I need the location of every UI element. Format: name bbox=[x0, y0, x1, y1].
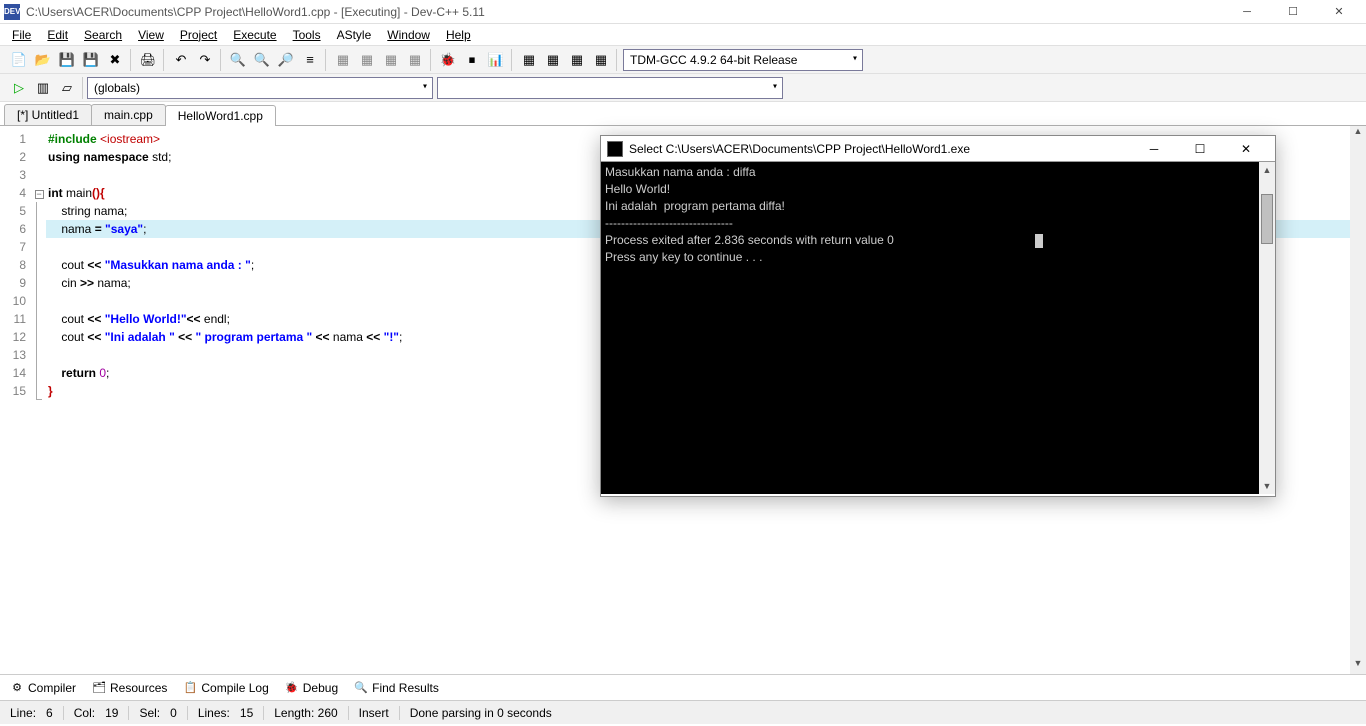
run-icon[interactable]: ▦ bbox=[356, 49, 378, 71]
replace-icon[interactable]: 🔍 bbox=[251, 49, 273, 71]
console-scroll-thumb[interactable] bbox=[1261, 194, 1273, 244]
fold-gutter: − bbox=[32, 126, 46, 674]
menu-edit[interactable]: Edit bbox=[39, 26, 76, 44]
editor-scrollbar[interactable]: ▲ ▼ bbox=[1350, 126, 1366, 674]
find-icon[interactable]: 🔍 bbox=[227, 49, 249, 71]
status-col: Col: 19 bbox=[64, 706, 130, 720]
new-file-icon[interactable]: 📄 bbox=[8, 49, 30, 71]
console-title-text: Select C:\Users\ACER\Documents\CPP Proje… bbox=[629, 142, 1131, 156]
compile-icon[interactable]: ▦ bbox=[332, 49, 354, 71]
tab-untitled1[interactable]: [*] Untitled1 bbox=[4, 104, 92, 125]
menu-execute[interactable]: Execute bbox=[225, 26, 284, 44]
status-lines: Lines: 15 bbox=[188, 706, 264, 720]
status-sel: Sel: 0 bbox=[129, 706, 187, 720]
console-maximize-button[interactable]: ☐ bbox=[1177, 142, 1223, 156]
fold-toggle-icon[interactable]: − bbox=[35, 190, 44, 199]
goto-bookmark-icon[interactable]: ▦ bbox=[590, 49, 612, 71]
status-parse: Done parsing in 0 seconds bbox=[400, 706, 1366, 720]
tab-find-results[interactable]: 🔍Find Results bbox=[348, 679, 445, 697]
bookmark-icon[interactable]: ▦ bbox=[566, 49, 588, 71]
cursor-icon bbox=[1035, 234, 1043, 248]
console-icon bbox=[607, 141, 623, 157]
print-icon[interactable]: 🖨 bbox=[137, 49, 159, 71]
profile-icon[interactable]: 📊 bbox=[485, 49, 507, 71]
menu-window[interactable]: Window bbox=[379, 26, 438, 44]
console-scrollbar[interactable]: ▲ ▼ bbox=[1259, 162, 1275, 494]
compiler-select[interactable]: TDM-GCC 4.9.2 64-bit Release bbox=[623, 49, 863, 71]
toolbar-secondary: ▷ ▥ ▱ (globals) bbox=[0, 74, 1366, 102]
members-select[interactable] bbox=[437, 77, 783, 99]
bug-icon: 🐞 bbox=[285, 681, 299, 695]
goto-icon[interactable]: ≡ bbox=[299, 49, 321, 71]
menu-search[interactable]: Search bbox=[76, 26, 130, 44]
status-insert: Insert bbox=[349, 706, 400, 720]
close-button[interactable]: ✕ bbox=[1316, 0, 1362, 24]
line-gutter: 123456789101112131415 bbox=[0, 126, 32, 674]
open-file-icon[interactable]: 📂 bbox=[32, 49, 54, 71]
maximize-button[interactable]: ☐ bbox=[1270, 0, 1316, 24]
new-class-icon[interactable]: ▦ bbox=[518, 49, 540, 71]
stop-exec-icon[interactable]: ▱ bbox=[56, 77, 78, 99]
console-scroll-up-icon[interactable]: ▲ bbox=[1259, 162, 1275, 178]
titlebar: DEV C:\Users\ACER\Documents\CPP Project\… bbox=[0, 0, 1366, 24]
log-icon: 📋 bbox=[183, 681, 197, 695]
undo-icon[interactable]: ↶ bbox=[170, 49, 192, 71]
tab-resources[interactable]: 🗂Resources bbox=[86, 679, 173, 697]
minimize-button[interactable]: ─ bbox=[1224, 0, 1270, 24]
resource-icon: 🗂 bbox=[92, 681, 106, 695]
toolbar-main: 📄 📂 💾 💾 ✖ 🖨 ↶ ↷ 🔍 🔍 🔎 ≡ ▦ ▦ ▦ ▦ 🐞 ⏹ 📊 ▦ … bbox=[0, 46, 1366, 74]
tab-compiler[interactable]: ⚙Compiler bbox=[4, 679, 82, 697]
console-window: Select C:\Users\ACER\Documents\CPP Proje… bbox=[600, 135, 1276, 497]
console-close-button[interactable]: ✕ bbox=[1223, 142, 1269, 156]
console-scroll-down-icon[interactable]: ▼ bbox=[1259, 478, 1275, 494]
app-icon: DEV bbox=[4, 4, 20, 20]
rebuild-icon[interactable]: ▦ bbox=[404, 49, 426, 71]
globals-select[interactable]: (globals) bbox=[87, 77, 433, 99]
status-length: Length: 260 bbox=[264, 706, 348, 720]
debug-icon[interactable]: 🐞 bbox=[437, 49, 459, 71]
tab-main-cpp[interactable]: main.cpp bbox=[91, 104, 166, 125]
status-line: Line: 6 bbox=[0, 706, 64, 720]
redo-icon[interactable]: ↷ bbox=[194, 49, 216, 71]
bottom-tabs: ⚙Compiler 🗂Resources 📋Compile Log 🐞Debug… bbox=[0, 674, 1366, 700]
tab-helloword1-cpp[interactable]: HelloWord1.cpp bbox=[165, 105, 276, 126]
scroll-up-icon[interactable]: ▲ bbox=[1350, 126, 1366, 142]
stop-icon[interactable]: ⏹ bbox=[461, 49, 483, 71]
menu-view[interactable]: View bbox=[130, 26, 172, 44]
tab-compile-log[interactable]: 📋Compile Log bbox=[177, 679, 274, 697]
statusbar: Line: 6 Col: 19 Sel: 0 Lines: 15 Length:… bbox=[0, 700, 1366, 724]
menubar: File Edit Search View Project Execute To… bbox=[0, 24, 1366, 46]
console-output[interactable]: Masukkan nama anda : diffa Hello World! … bbox=[601, 162, 1275, 494]
find-files-icon[interactable]: 🔎 bbox=[275, 49, 297, 71]
save-all-icon[interactable]: 💾 bbox=[80, 49, 102, 71]
scroll-down-icon[interactable]: ▼ bbox=[1350, 658, 1366, 674]
console-minimize-button[interactable]: ─ bbox=[1131, 142, 1177, 156]
window-title: C:\Users\ACER\Documents\CPP Project\Hell… bbox=[26, 5, 1224, 19]
save-icon[interactable]: 💾 bbox=[56, 49, 78, 71]
menu-tools[interactable]: Tools bbox=[285, 26, 329, 44]
menu-file[interactable]: File bbox=[4, 26, 39, 44]
insert-icon[interactable]: ▦ bbox=[542, 49, 564, 71]
gear-icon: ⚙ bbox=[10, 681, 24, 695]
editor-tabs: [*] Untitled1 main.cpp HelloWord1.cpp bbox=[0, 102, 1366, 126]
menu-project[interactable]: Project bbox=[172, 26, 225, 44]
tab-debug[interactable]: 🐞Debug bbox=[279, 679, 344, 697]
back-icon[interactable]: ▷ bbox=[8, 77, 30, 99]
compile-run-icon[interactable]: ▦ bbox=[380, 49, 402, 71]
menu-astyle[interactable]: AStyle bbox=[329, 26, 380, 44]
console-titlebar[interactable]: Select C:\Users\ACER\Documents\CPP Proje… bbox=[601, 136, 1275, 162]
menu-help[interactable]: Help bbox=[438, 26, 479, 44]
search-icon: 🔍 bbox=[354, 681, 368, 695]
close-file-icon[interactable]: ✖ bbox=[104, 49, 126, 71]
forward-icon[interactable]: ▥ bbox=[32, 77, 54, 99]
